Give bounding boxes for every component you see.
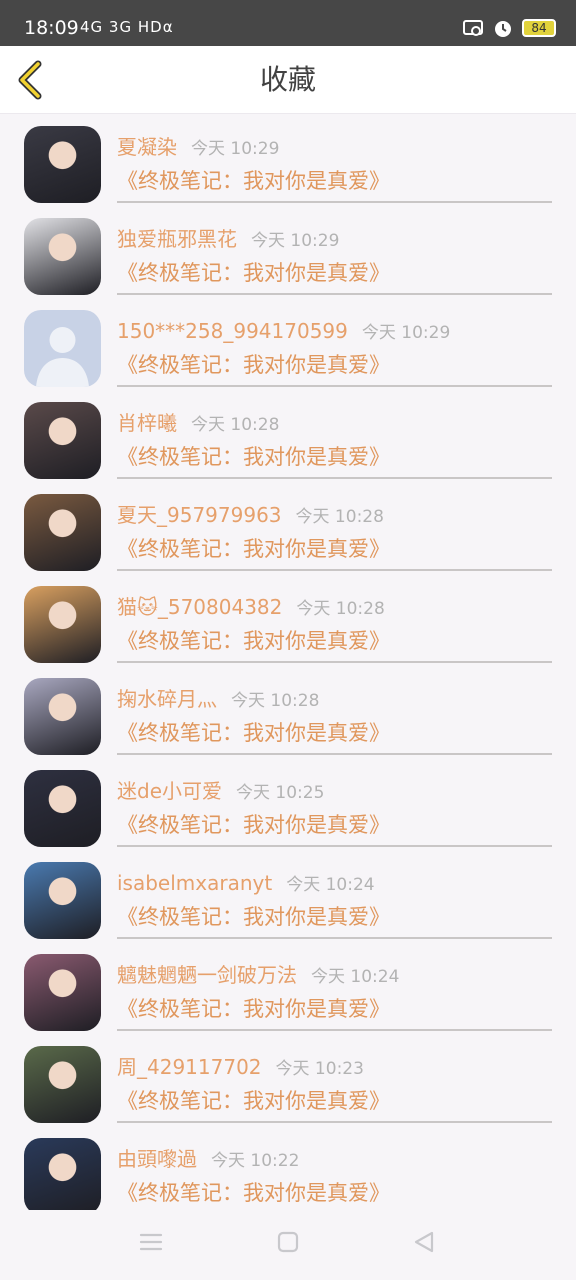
- avatar[interactable]: [24, 494, 101, 571]
- book-title: 《终极笔记：我对你是真爱》: [117, 169, 390, 193]
- book-title: 《终极笔记：我对你是真爱》: [117, 997, 390, 1021]
- avatar[interactable]: [24, 770, 101, 847]
- home-icon: [277, 1231, 299, 1253]
- timestamp: 今天 10:24: [286, 875, 375, 895]
- user-name: 150***258_994170599 今天 10:29: [117, 319, 451, 343]
- user-name: isabelmxaranyt 今天 10:24: [117, 871, 375, 895]
- divider: [117, 937, 552, 939]
- signal-indicators: 4G 3G HDα: [80, 18, 174, 36]
- timestamp: 今天 10:25: [236, 783, 325, 803]
- book-title: 《终极笔记：我对你是真爱》: [117, 537, 390, 561]
- avatar[interactable]: [24, 1138, 101, 1210]
- timestamp: 今天 10:28: [191, 415, 280, 435]
- divider: [117, 1029, 552, 1031]
- book-title: 《终极笔记：我对你是真爱》: [117, 629, 390, 653]
- default-avatar-icon: [24, 310, 101, 387]
- avatar[interactable]: [24, 218, 101, 295]
- back-triangle-icon: [414, 1231, 434, 1253]
- user-name: 夏凝染 今天 10:29: [117, 135, 280, 159]
- timestamp: 今天 10:22: [211, 1151, 300, 1171]
- avatar[interactable]: [24, 310, 101, 387]
- timestamp: 今天 10:23: [275, 1059, 364, 1079]
- book-title: 《终极笔记：我对你是真爱》: [117, 261, 390, 285]
- header: 收藏: [0, 46, 576, 114]
- home-button[interactable]: [276, 1230, 300, 1258]
- divider: [117, 385, 552, 387]
- timestamp: 今天 10:29: [251, 231, 340, 251]
- timestamp: 今天 10:28: [295, 507, 384, 527]
- avatar[interactable]: [24, 678, 101, 755]
- list-item[interactable]: 掬水碎月灬 今天 10:28 《终极笔记：我对你是真爱》: [0, 666, 576, 758]
- list-item[interactable]: 夏天_957979963 今天 10:28 《终极笔记：我对你是真爱》: [0, 482, 576, 574]
- user-name: 独爱瓶邪黑花 今天 10:29: [117, 227, 340, 251]
- timestamp: 今天 10:28: [231, 691, 320, 711]
- favorites-list: 夏凝染 今天 10:29 《终极笔记：我对你是真爱》 独爱瓶邪黑花 今天 10:29…: [0, 114, 576, 1210]
- book-title: 《终极笔记：我对你是真爱》: [117, 1089, 390, 1113]
- user-name: 周_429117702 今天 10:23: [117, 1055, 364, 1079]
- divider: [117, 1121, 552, 1123]
- menu-button[interactable]: [138, 1230, 164, 1258]
- divider: [117, 569, 552, 571]
- list-item[interactable]: 150***258_994170599 今天 10:29 《终极笔记：我对你是真爱…: [0, 298, 576, 390]
- timestamp: 今天 10:29: [191, 139, 280, 159]
- list-item[interactable]: 迷de小可爱 今天 10:25 《终极笔记：我对你是真爱》: [0, 758, 576, 850]
- nav-back-button[interactable]: [412, 1230, 436, 1258]
- list-item[interactable]: 独爱瓶邪黑花 今天 10:29 《终极笔记：我对你是真爱》: [0, 206, 576, 298]
- divider: [117, 753, 552, 755]
- alarm-icon: [495, 21, 511, 37]
- timestamp: 今天 10:29: [361, 323, 451, 343]
- avatar[interactable]: [24, 126, 101, 203]
- list-item[interactable]: 夏凝染 今天 10:29 《终极笔记：我对你是真爱》: [0, 114, 576, 206]
- divider: [117, 293, 552, 295]
- book-title: 《终极笔记：我对你是真爱》: [117, 905, 390, 929]
- cast-icon: [463, 20, 483, 36]
- list-item[interactable]: 肖梓曦 今天 10:28 《终极笔记：我对你是真爱》: [0, 390, 576, 482]
- avatar[interactable]: [24, 586, 101, 663]
- list-item[interactable]: 魑魅魍魉一剑破万法 今天 10:24 《终极笔记：我对你是真爱》: [0, 942, 576, 1034]
- page-title: 收藏: [259, 63, 316, 96]
- user-name: 猫🐱_570804382 今天 10:28: [117, 595, 385, 619]
- user-name: 肖梓曦 今天 10:28: [117, 411, 280, 435]
- list-item[interactable]: isabelmxaranyt 今天 10:24 《终极笔记：我对你是真爱》: [0, 850, 576, 942]
- divider: [117, 845, 552, 847]
- system-nav-bar: [0, 1210, 576, 1280]
- battery-icon: 84: [522, 19, 556, 37]
- timestamp: 今天 10:28: [296, 599, 385, 619]
- avatar[interactable]: [24, 1046, 101, 1123]
- list-item[interactable]: 周_429117702 今天 10:23 《终极笔记：我对你是真爱》: [0, 1034, 576, 1126]
- avatar[interactable]: [24, 954, 101, 1031]
- book-title: 《终极笔记：我对你是真爱》: [117, 445, 390, 469]
- divider: [117, 201, 552, 203]
- divider: [117, 477, 552, 479]
- user-name: 迷de小可爱 今天 10:25: [117, 779, 325, 803]
- book-title: 《终极笔记：我对你是真爱》: [117, 813, 390, 837]
- book-title: 《终极笔记：我对你是真爱》: [117, 353, 390, 377]
- status-icons: 84: [462, 15, 556, 41]
- user-name: 由頭嚟過 今天 10:22: [117, 1147, 300, 1171]
- avatar[interactable]: [24, 402, 101, 479]
- book-title: 《终极笔记：我对你是真爱》: [117, 721, 390, 745]
- avatar[interactable]: [24, 862, 101, 939]
- divider: [117, 661, 552, 663]
- book-title: 《终极笔记：我对你是真爱》: [117, 1181, 390, 1205]
- user-name: 掬水碎月灬 今天 10:28: [117, 687, 320, 711]
- user-name: 魑魅魍魉一剑破万法 今天 10:24: [117, 963, 400, 987]
- user-name: 夏天_957979963 今天 10:28: [117, 503, 384, 527]
- list-item[interactable]: 猫🐱_570804382 今天 10:28 《终极笔记：我对你是真爱》: [0, 574, 576, 666]
- menu-icon: [139, 1233, 163, 1251]
- timestamp: 今天 10:24: [311, 967, 400, 987]
- status-bar: 18:09 4G 3G HDα 84: [0, 0, 576, 46]
- list-item[interactable]: 由頭嚟過 今天 10:22 《终极笔记：我对你是真爱》: [0, 1126, 576, 1210]
- status-time: 18:09: [24, 17, 79, 39]
